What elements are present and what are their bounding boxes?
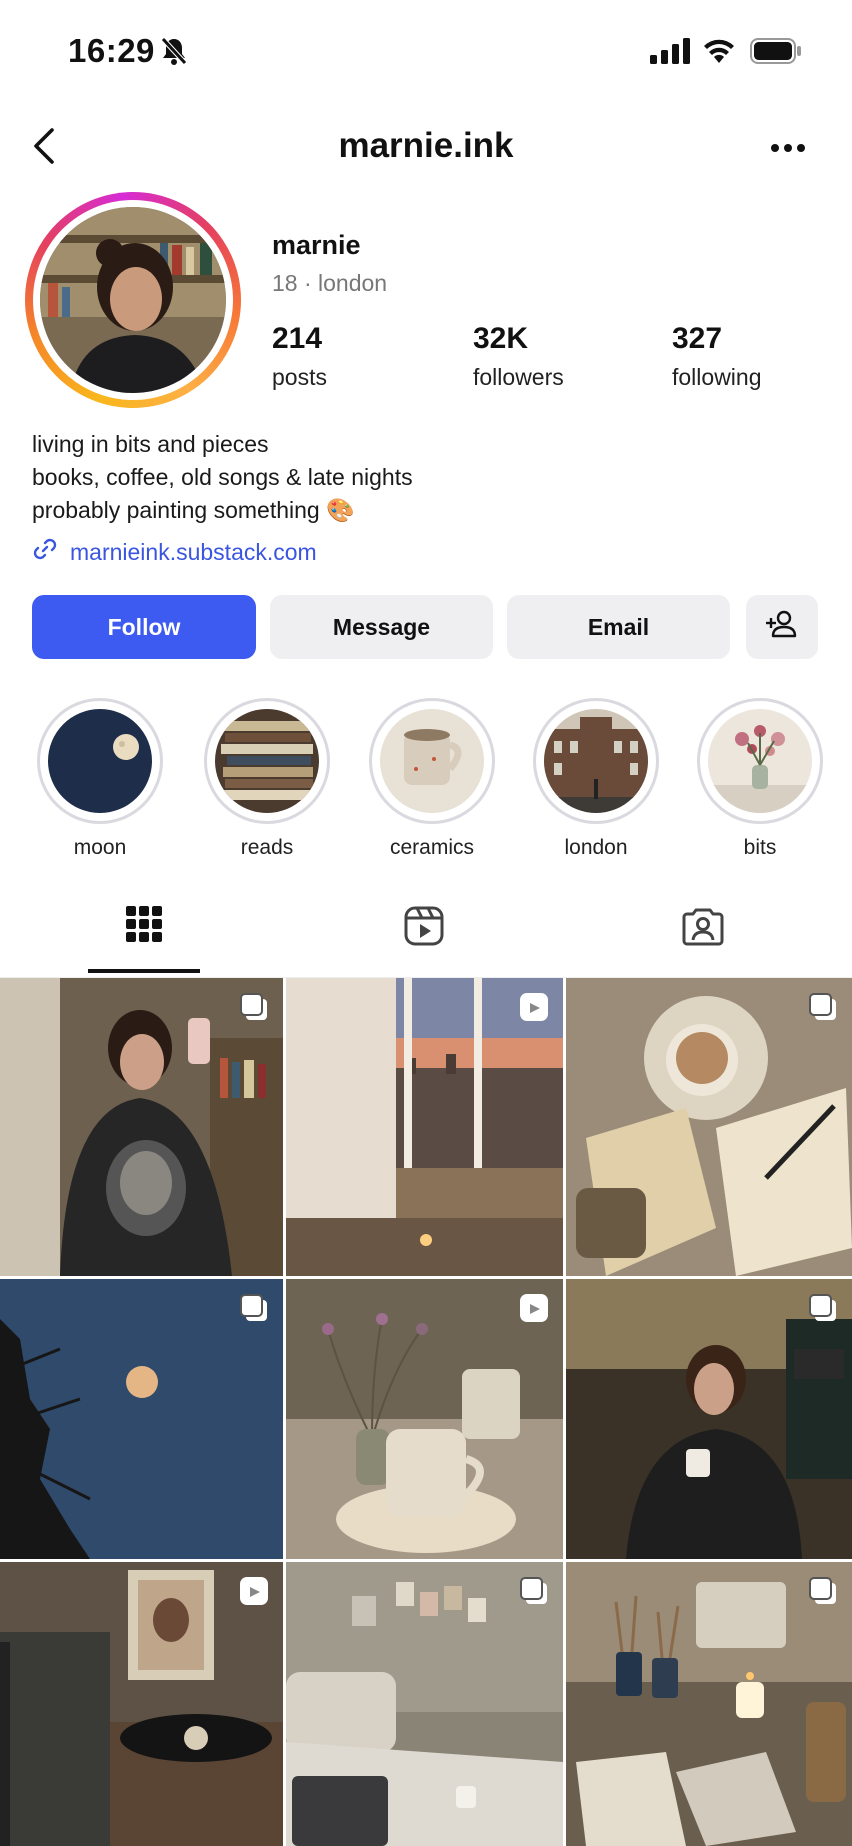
highlight-label: bits [743, 836, 777, 859]
grid-icon [126, 906, 162, 946]
bio-line: probably painting something 🎨 [32, 497, 355, 523]
multi-post-icon [239, 992, 269, 1027]
highlight-moon[interactable]: moon [35, 698, 165, 860]
status-bar: 16:29 [0, 0, 852, 104]
highlight-cover [380, 709, 484, 813]
header-username: marnie.ink [338, 126, 514, 165]
highlight-cover [708, 709, 812, 813]
battery-icon [750, 38, 802, 69]
tagged-icon [682, 908, 724, 950]
multi-post-icon [808, 992, 838, 1027]
link-icon [32, 536, 70, 568]
message-button[interactable]: Message [270, 595, 493, 659]
tab-posts[interactable] [126, 906, 162, 947]
grid-post[interactable] [0, 978, 283, 1276]
highlight-reads[interactable]: reads [202, 698, 332, 860]
highlight-cover [48, 709, 152, 813]
signal-icon [650, 38, 690, 69]
reel-icon [519, 992, 549, 1027]
post-grid [0, 978, 852, 1846]
avatar [40, 207, 226, 393]
highlight-london[interactable]: london [531, 698, 661, 860]
stat-posts[interactable]: 214 posts [272, 322, 327, 391]
display-name: marnie [272, 230, 361, 260]
grid-post[interactable] [0, 1279, 283, 1559]
bell-slash-icon [160, 36, 188, 71]
add-friend-button[interactable] [746, 595, 818, 659]
link-text: marnieink.substack.com [70, 538, 317, 565]
stat-label: posts [272, 364, 327, 390]
grid-post[interactable] [286, 1562, 563, 1846]
bio: living in bits and pieces books, coffee,… [32, 428, 413, 527]
profile-header: marnie.ink [0, 104, 852, 188]
status-time: 16:29 [68, 32, 155, 69]
profile-subtitle: 18 · london [272, 270, 388, 296]
highlight-label: ceramics [389, 836, 474, 859]
content-tabs [0, 892, 852, 978]
reels-icon [404, 906, 444, 950]
wifi-icon [702, 36, 736, 69]
bio-line: living in bits and pieces [32, 431, 269, 457]
bio-link[interactable]: marnieink.substack.com [32, 536, 317, 568]
highlight-bits[interactable]: bits [695, 698, 825, 860]
multi-post-icon [808, 1576, 838, 1611]
highlight-ceramics[interactable]: ceramics [367, 698, 497, 860]
grid-post[interactable] [0, 1562, 283, 1846]
highlight-cover [544, 709, 648, 813]
ellipsis-icon[interactable] [770, 140, 806, 158]
stat-value: 214 [272, 322, 323, 355]
reel-icon [519, 1293, 549, 1328]
grid-post[interactable] [286, 978, 563, 1276]
multi-post-icon [239, 1293, 269, 1328]
email-button[interactable]: Email [507, 595, 730, 659]
highlight-label: london [564, 836, 628, 859]
stat-following[interactable]: 327 following [672, 322, 762, 391]
bio-line: books, coffee, old songs & late nights [32, 464, 413, 490]
grid-post[interactable] [566, 1279, 852, 1559]
stat-label: following [672, 364, 762, 390]
tab-reels[interactable] [404, 906, 444, 951]
highlight-label: moon [73, 836, 127, 859]
reel-icon [239, 1576, 269, 1611]
follow-button[interactable]: Follow [32, 595, 256, 659]
stat-value: 327 [672, 322, 723, 355]
highlight-cover [215, 709, 319, 813]
grid-post[interactable] [566, 1562, 852, 1846]
active-tab-indicator [88, 969, 200, 973]
grid-post[interactable] [566, 978, 852, 1276]
highlight-label: reads [240, 836, 294, 859]
avatar-story-ring[interactable] [25, 192, 241, 408]
stat-value: 32K [473, 322, 529, 355]
stat-label: followers [473, 364, 564, 390]
tab-tagged[interactable] [682, 906, 724, 951]
multi-post-icon [519, 1576, 549, 1611]
grid-post[interactable] [286, 1279, 563, 1559]
multi-post-icon [808, 1293, 838, 1328]
person-plus-icon [764, 609, 800, 645]
stat-followers[interactable]: 32K followers [473, 322, 564, 391]
